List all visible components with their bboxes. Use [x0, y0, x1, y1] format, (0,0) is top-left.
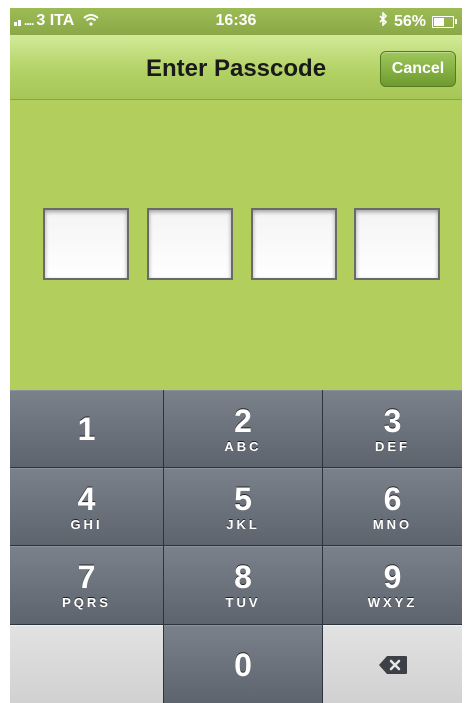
key-3[interactable]: 3 DEF [323, 390, 462, 467]
key-7[interactable]: 7 PQRS [10, 546, 163, 624]
backspace-icon [378, 655, 408, 675]
navigation-bar: Enter Passcode Cancel [10, 35, 462, 100]
delete-button[interactable] [323, 625, 462, 703]
wifi-icon [83, 13, 99, 29]
cancel-button[interactable]: Cancel [380, 51, 456, 87]
status-right: 56% [379, 11, 457, 31]
passcode-digit-box-1[interactable] [43, 208, 129, 280]
passcode-digit-box-4[interactable] [354, 208, 440, 280]
screen: .... 3 ITA 16:36 56% Enter Passcode Canc… [10, 8, 462, 703]
status-bar: .... 3 ITA 16:36 56% [10, 8, 462, 35]
signal-icon [14, 16, 21, 26]
bluetooth-icon [379, 11, 388, 31]
key-5[interactable]: 5 JKL [164, 468, 322, 545]
key-4[interactable]: 4 GHI [10, 468, 163, 545]
key-1[interactable]: 1 [10, 390, 163, 467]
battery-percent: 56% [393, 12, 426, 30]
key-0[interactable]: 0 [164, 625, 322, 703]
key-blank [10, 625, 163, 703]
key-8[interactable]: 8 TUV [164, 546, 322, 624]
passcode-area [10, 100, 462, 390]
key-6[interactable]: 6 MNO [323, 468, 462, 545]
key-2[interactable]: 2 ABC [164, 390, 322, 467]
key-9[interactable]: 9 WXYZ [323, 546, 462, 624]
numeric-keypad: 1 2 ABC 3 DEF 4 GHI 5 JKL 6 MNO 7 PQRS 8… [10, 390, 462, 703]
passcode-digit-box-2[interactable] [147, 208, 233, 280]
carrier-label: 3 ITA [36, 12, 75, 29]
passcode-digit-box-3[interactable] [251, 208, 337, 280]
signal-group: .... 3 ITA [14, 12, 99, 30]
battery-icon [432, 15, 457, 28]
